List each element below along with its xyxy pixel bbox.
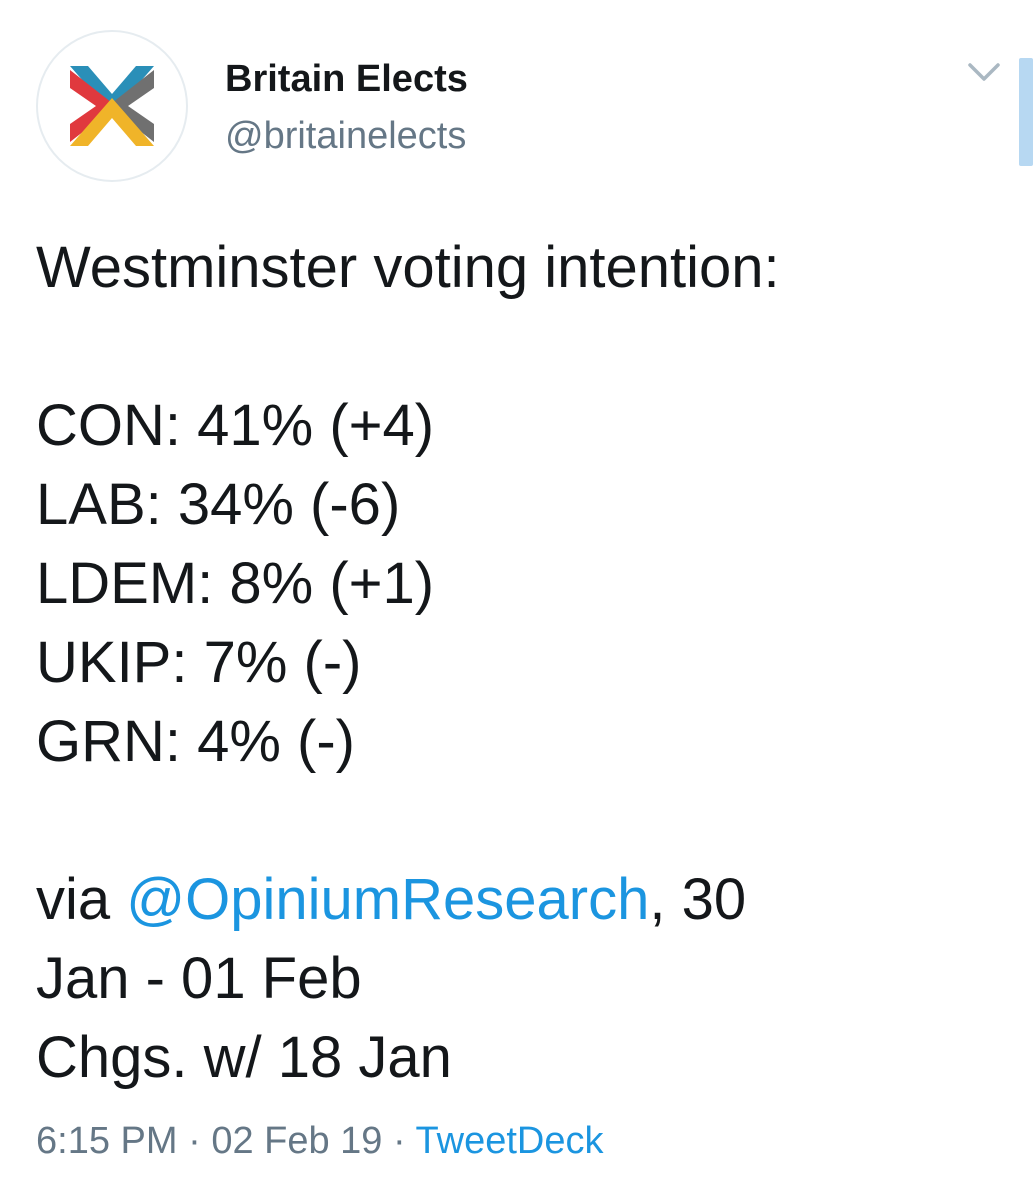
meta-separator: ·	[177, 1120, 212, 1162]
tweet-text: Westminster voting intention: CON: 41% (…	[36, 228, 996, 1097]
changes-line: Chgs. w/ 18 Jan	[36, 1025, 452, 1090]
via-suffix: , 30	[649, 867, 747, 932]
via-line: via @OpiniumResearch, 30	[36, 860, 996, 939]
tweet-time[interactable]: 6:15 PM	[36, 1120, 178, 1162]
chevron-down-icon[interactable]	[966, 60, 1002, 84]
tweet-meta: 6:15 PM · 02 Feb 19 · TweetDeck	[36, 1118, 604, 1164]
tweet-heading: Westminster voting intention:	[36, 235, 780, 300]
avatar[interactable]	[36, 30, 188, 182]
result-con: CON: 41% (+4)	[36, 393, 435, 458]
result-ukip: UKIP: 7% (-)	[36, 630, 362, 695]
result-grn: GRN: 4% (-)	[36, 709, 355, 774]
scrollbar[interactable]	[1019, 58, 1033, 166]
result-lab: LAB: 34% (-6)	[36, 472, 401, 537]
author-name[interactable]: Britain Elects	[225, 56, 468, 102]
meta-separator: ·	[382, 1120, 416, 1162]
britain-elects-logo-icon	[70, 66, 154, 146]
dates-line: Jan - 01 Feb	[36, 946, 362, 1011]
tweet-date[interactable]: 02 Feb 19	[211, 1120, 382, 1162]
result-ldem: LDEM: 8% (+1)	[36, 551, 435, 616]
via-prefix: via	[36, 867, 127, 932]
mention-link[interactable]: @OpiniumResearch	[126, 867, 649, 932]
tweet-source-link[interactable]: TweetDeck	[416, 1120, 604, 1162]
author-handle[interactable]: @britainelects	[225, 113, 466, 159]
